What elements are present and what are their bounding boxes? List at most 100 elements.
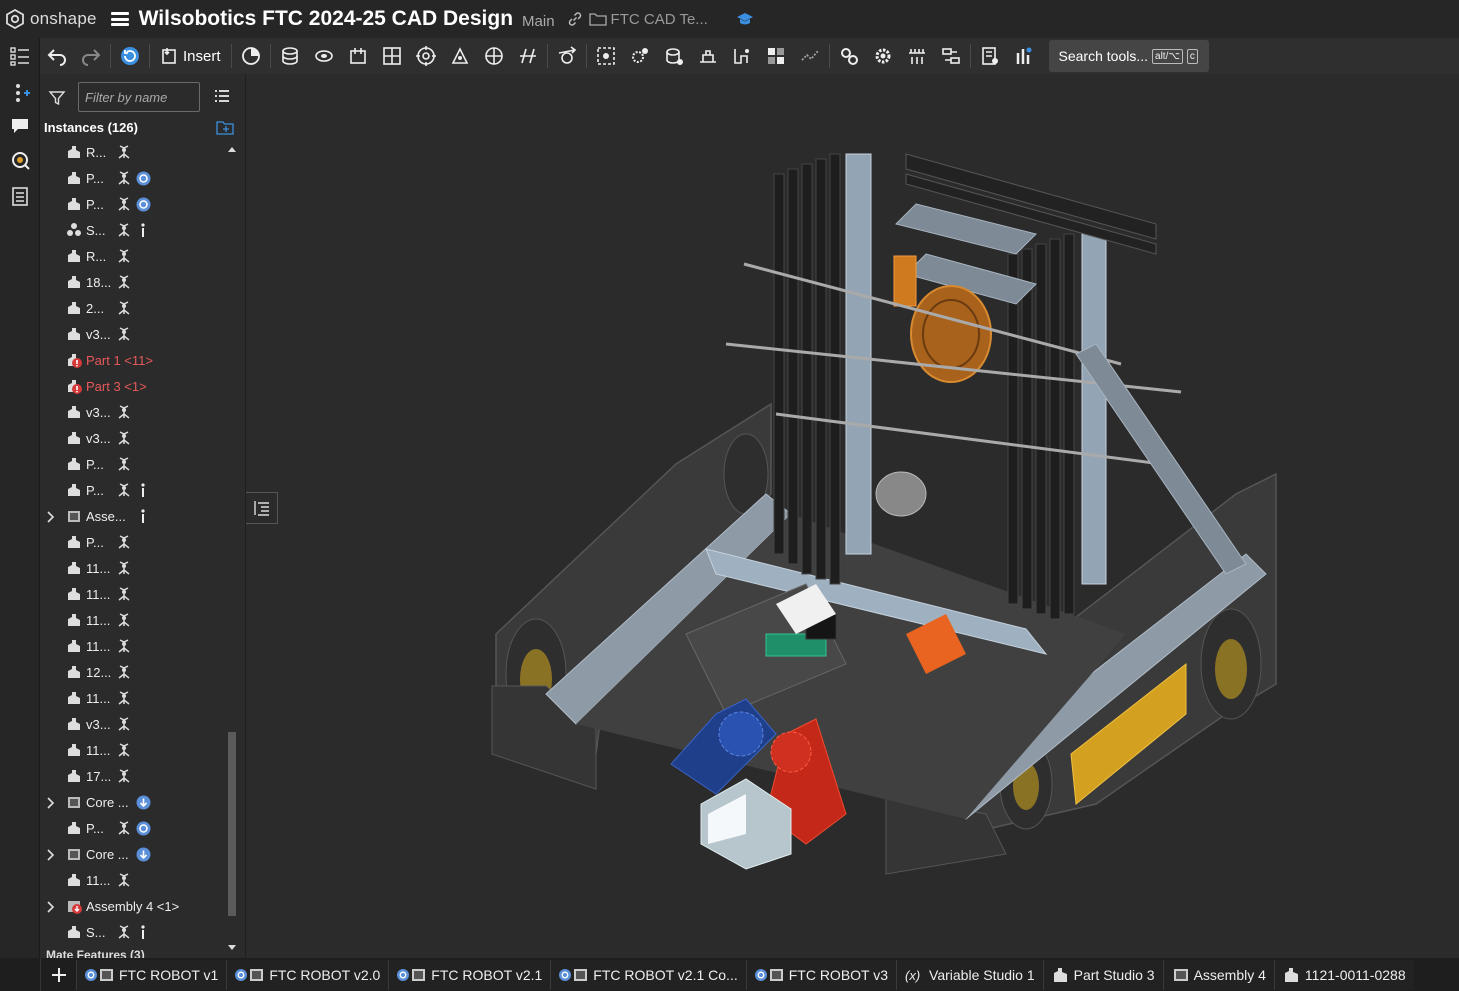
update-available-icon[interactable] (136, 795, 151, 810)
comments-icon[interactable] (8, 114, 32, 138)
chevron-right-icon[interactable] (46, 796, 55, 809)
tree-row[interactable]: v3... (40, 425, 226, 451)
document-tab[interactable]: (x) Variable Studio 1 (896, 959, 1043, 990)
tangent-mate-icon[interactable] (550, 40, 584, 72)
named-positions-icon[interactable] (973, 40, 1007, 72)
tree-row[interactable]: 17... (40, 763, 226, 789)
document-tab[interactable]: FTC ROBOT v1 (76, 959, 227, 990)
tree-row[interactable]: P... (40, 191, 226, 217)
scroll-up-arrow-icon[interactable] (228, 146, 236, 152)
slider-mate-icon[interactable] (341, 40, 375, 72)
onshape-logo[interactable]: onshape (6, 9, 97, 29)
chevron-right-icon[interactable] (46, 510, 55, 523)
tree-row[interactable]: P... (40, 529, 226, 555)
tree-row[interactable]: 11... (40, 607, 226, 633)
measure-icon[interactable] (1007, 40, 1041, 72)
pin-slot-mate-icon[interactable] (443, 40, 477, 72)
chevron-right-icon[interactable] (46, 848, 55, 861)
rack-pinion-icon[interactable] (657, 40, 691, 72)
document-tab[interactable]: FTC ROBOT v2.1 (388, 959, 551, 990)
folder-breadcrumb[interactable]: FTC CAD Te... (611, 11, 708, 28)
parallel-mate-icon[interactable] (511, 40, 545, 72)
settings-gear-icon[interactable] (866, 40, 900, 72)
tree-row[interactable]: 11... (40, 633, 226, 659)
new-folder-icon[interactable] (216, 120, 234, 135)
tree-row[interactable]: S... (40, 217, 226, 243)
update-available-icon[interactable] (136, 847, 151, 862)
graphics-viewport[interactable] (246, 74, 1459, 958)
revolute-mate-icon[interactable] (307, 40, 341, 72)
linear-relation-icon[interactable] (725, 40, 759, 72)
screw-relation-icon[interactable] (691, 40, 725, 72)
mate-connector-icon (116, 482, 132, 498)
document-tab[interactable]: Assembly 4 (1162, 959, 1274, 990)
document-tab[interactable]: FTC ROBOT v2.0 (226, 959, 389, 990)
tree-row[interactable]: 18... (40, 269, 226, 295)
search-parts-icon[interactable] (8, 148, 32, 172)
link-icon[interactable] (567, 11, 583, 27)
mate-connector-settings-icon[interactable] (832, 40, 866, 72)
linear-pattern-icon[interactable] (900, 40, 934, 72)
tree-row[interactable]: R... (40, 243, 226, 269)
planar-mate-icon[interactable] (375, 40, 409, 72)
tree-row[interactable]: S... (40, 919, 226, 945)
tree-row[interactable]: 11... (40, 867, 226, 893)
replicate-icon[interactable] (793, 40, 827, 72)
list-view-icon[interactable] (214, 88, 230, 104)
collapse-panel-button[interactable] (246, 492, 278, 524)
document-tab[interactable]: FTC ROBOT v3 (745, 959, 897, 990)
ball-mate-icon[interactable] (477, 40, 511, 72)
folder-icon[interactable] (588, 12, 607, 26)
tree-row[interactable]: 11... (40, 685, 226, 711)
mate-connector-icon[interactable] (589, 40, 623, 72)
tree-row[interactable]: v3... (40, 321, 226, 347)
document-tab[interactable]: FTC ROBOT v2.1 Co... (550, 959, 746, 990)
tree-row[interactable]: Core ... (40, 841, 226, 867)
filter-icon[interactable] (48, 89, 66, 107)
scrollbar-thumb[interactable] (228, 732, 236, 916)
tree-row[interactable]: 2... (40, 295, 226, 321)
gear-relation-icon[interactable] (623, 40, 657, 72)
tree-row[interactable]: P... (40, 451, 226, 477)
feature-list-icon[interactable] (8, 44, 32, 68)
search-tools-button[interactable]: Search tools... alt/⌥ c (1048, 40, 1209, 72)
document-tab[interactable]: 1121-0011-0288 (1273, 959, 1414, 990)
tree-row[interactable]: Core ... (40, 789, 226, 815)
tree-row[interactable]: R... (40, 139, 226, 165)
scroll-down-arrow-icon[interactable] (228, 945, 236, 951)
add-tab-button[interactable] (40, 958, 76, 991)
tree-row[interactable]: P... (40, 815, 226, 841)
tree-row[interactable]: 11... (40, 581, 226, 607)
robot-cad-model[interactable] (246, 74, 1459, 958)
tree-row[interactable]: P... (40, 477, 226, 503)
tree-row[interactable]: 11... (40, 555, 226, 581)
pie-view-icon[interactable] (234, 40, 268, 72)
cylindrical-mate-icon[interactable] (409, 40, 443, 72)
insert-mate-icon[interactable] (8, 80, 32, 104)
main-menu-icon[interactable] (110, 12, 129, 26)
tree-row[interactable]: Part 3 <1> (40, 373, 226, 399)
education-icon[interactable] (736, 12, 754, 26)
explode-view-icon[interactable] (934, 40, 968, 72)
tree-row[interactable]: 11... (40, 737, 226, 763)
document-title[interactable]: Wilsobotics FTC 2024-25 CAD Design (139, 7, 513, 31)
chevron-right-icon[interactable] (46, 900, 55, 913)
tree-row[interactable]: P... (40, 165, 226, 191)
instance-list-scrollbar[interactable] (226, 142, 238, 956)
fastened-mate-icon[interactable] (273, 40, 307, 72)
branch-name[interactable]: Main (522, 13, 555, 30)
tree-row[interactable]: v3... (40, 711, 226, 737)
regenerate-icon[interactable] (113, 40, 147, 72)
group-icon[interactable] (759, 40, 793, 72)
insert-button[interactable]: Insert (152, 40, 229, 72)
tree-row[interactable]: Asse... (40, 503, 226, 529)
undo-icon[interactable] (40, 40, 74, 72)
tree-row[interactable]: Assembly 4 <1> (40, 893, 226, 919)
bill-of-materials-icon[interactable] (8, 184, 32, 208)
redo-icon[interactable] (74, 40, 108, 72)
document-tab[interactable]: Part Studio 3 (1042, 959, 1163, 990)
tree-row[interactable]: 12... (40, 659, 226, 685)
filter-by-name-input[interactable] (78, 82, 200, 112)
tree-row[interactable]: Part 1 <11> (40, 347, 226, 373)
tree-row[interactable]: v3... (40, 399, 226, 425)
